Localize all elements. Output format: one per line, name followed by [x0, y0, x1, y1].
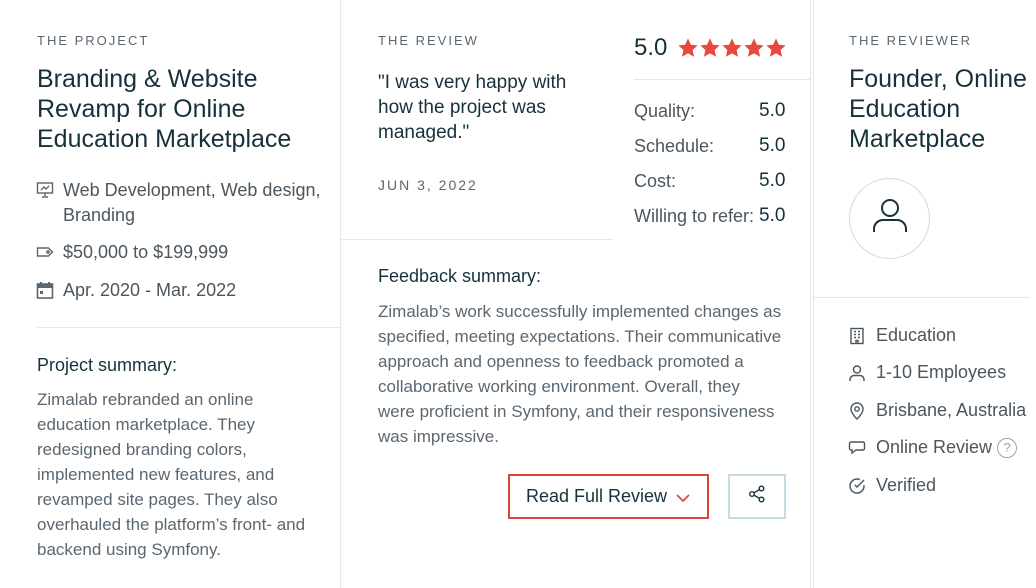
- column-divider-middle: [810, 0, 811, 588]
- summary-line: redesigned branding colors,: [37, 440, 247, 459]
- reviewer-eyebrow: THE REVIEWER: [849, 33, 972, 48]
- building-icon: [848, 327, 866, 345]
- overall-rating-value: 5.0: [634, 34, 668, 61]
- rating-value-quality: 5.0: [759, 100, 786, 121]
- summary-line: overhauled the platform’s front- and: [37, 515, 306, 534]
- reviewer-verified: Verified: [848, 475, 936, 496]
- overall-rating: 5.0: [634, 34, 787, 62]
- summary-line: implemented new features, and: [37, 465, 275, 484]
- read-full-review-button[interactable]: Read Full Review: [508, 474, 709, 519]
- reviewer-title-line: Marketplace: [849, 125, 986, 153]
- column-divider-right: [813, 0, 814, 588]
- chevron-down-icon: [675, 490, 691, 506]
- check-circle-icon: [848, 477, 866, 495]
- location-pin-icon: [848, 401, 866, 420]
- rating-label-cost: Cost:: [634, 171, 677, 191]
- project-summary: Zimalab rebranded an online education ma…: [37, 387, 337, 562]
- price-tag-icon: [36, 243, 54, 261]
- feedback-line: specified, meeting expectations. Their c…: [378, 327, 782, 346]
- rating-value-cost: 5.0: [759, 170, 786, 191]
- employees-text: 1-10 Employees: [876, 362, 1007, 382]
- summary-line: backend using Symfony.: [37, 540, 221, 559]
- feedback-line: was impressive.: [378, 427, 499, 446]
- services-line: Branding: [63, 205, 136, 225]
- person-icon: [848, 364, 866, 382]
- feedback-line: Zimalab’s work successfully implemented …: [378, 302, 782, 321]
- feedback-line: were proficient in Symfony, and their re…: [378, 402, 775, 421]
- location-text: Brisbane, Australia: [876, 400, 1027, 420]
- rating-label-schedule: Schedule:: [634, 136, 715, 156]
- summary-line: Zimalab rebranded an online: [37, 390, 254, 409]
- reviewer-employees: 1-10 Employees: [848, 362, 1006, 383]
- chat-bubble-icon: [848, 439, 866, 457]
- avatar: [849, 178, 930, 259]
- quote-line: "I was very happy with: [378, 72, 567, 93]
- project-dates: Apr. 2020 - Mar. 2022: [36, 278, 236, 303]
- quote-line: managed.": [378, 122, 470, 143]
- rating-label-quality: Quality:: [634, 101, 696, 121]
- rating-divider: [634, 79, 810, 80]
- reviewer-review-type: Online Review ?: [848, 437, 1018, 458]
- quote-line: how the project was: [378, 97, 546, 118]
- reviewer-title: Founder, Online Education Marketplace: [849, 64, 1027, 154]
- feedback-line: collaborative working environment. Overa…: [378, 377, 740, 396]
- dates-text: Apr. 2020 - Mar. 2022: [63, 280, 237, 300]
- calendar-icon: [36, 281, 54, 299]
- reviewer-title-line: Education: [849, 95, 961, 123]
- project-divider: [37, 327, 340, 328]
- star-icon: [700, 38, 720, 57]
- budget-text: $50,000 to $199,999: [63, 242, 229, 262]
- user-icon: [868, 194, 912, 243]
- rating-value-refer: 5.0: [759, 205, 786, 226]
- reviewer-location: Brisbane, Australia: [848, 400, 1026, 421]
- project-budget: $50,000 to $199,999: [36, 240, 228, 265]
- reviewer-divider: [814, 297, 1030, 298]
- verified-text: Verified: [876, 475, 937, 495]
- reviewer-title-line: Founder, Online: [849, 65, 1027, 93]
- column-divider-left: [340, 0, 341, 588]
- project-title-line: Branding & Website: [37, 65, 258, 93]
- read-full-review-label: Read Full Review: [526, 486, 668, 506]
- project-services: Web Development, Web design, Branding: [36, 178, 320, 228]
- project-summary-title: Project summary:: [37, 355, 178, 375]
- summary-line: revamped site pages. They also: [37, 490, 278, 509]
- feedback-summary-title: Feedback summary:: [378, 266, 542, 286]
- project-title-line: Revamp for Online: [37, 95, 246, 123]
- rating-label-refer: Willing to refer:: [634, 206, 755, 226]
- star-icon: [722, 38, 742, 57]
- help-icon[interactable]: ?: [997, 437, 1018, 458]
- review-eyebrow: THE REVIEW: [378, 33, 479, 48]
- services-line: Web Development, Web design,: [63, 180, 321, 200]
- review-divider: [341, 239, 613, 240]
- project-title-line: Education Marketplace: [37, 125, 292, 153]
- share-button[interactable]: [728, 474, 786, 519]
- feedback-summary: Zimalab’s work successfully implemented …: [378, 299, 803, 449]
- review-quote: "I was very happy with how the project w…: [378, 70, 566, 145]
- star-icon: [766, 38, 786, 57]
- star-icon: [678, 38, 698, 57]
- project-title: Branding & Website Revamp for Online Edu…: [37, 64, 291, 154]
- reviewer-industry: Education: [848, 325, 956, 346]
- presentation-board-icon: [36, 181, 54, 199]
- rating-value-schedule: 5.0: [759, 135, 786, 156]
- feedback-line: approach and openness to feedback promot…: [378, 352, 744, 371]
- summary-line: education marketplace. They: [37, 415, 255, 434]
- star-rating: [677, 37, 787, 59]
- share-icon: [747, 484, 767, 509]
- review-date: JUN 3, 2022: [378, 177, 478, 193]
- project-eyebrow: THE PROJECT: [37, 33, 150, 48]
- review-type-text: Online Review: [876, 437, 993, 457]
- industry-text: Education: [876, 325, 957, 345]
- star-icon: [744, 38, 764, 57]
